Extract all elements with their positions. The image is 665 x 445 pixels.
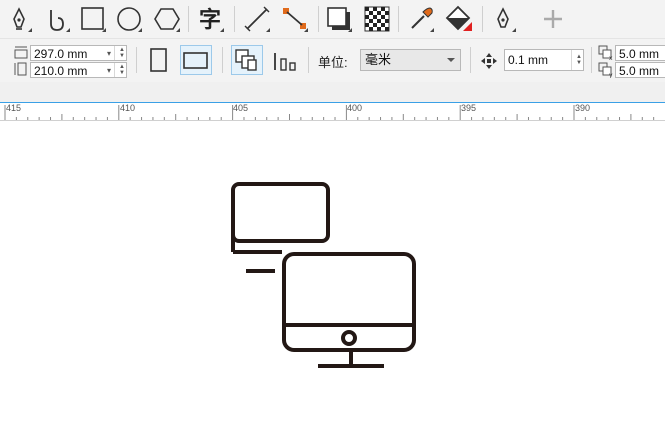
- unit-label: 单位:: [318, 55, 348, 70]
- flyout-indicator: [138, 28, 142, 32]
- separator: [308, 47, 309, 73]
- pen-tool[interactable]: [4, 4, 34, 34]
- svg-text:字: 字: [199, 7, 221, 32]
- flyout-indicator: [28, 28, 32, 32]
- drop-shadow-tool[interactable]: [324, 4, 354, 34]
- separator: [136, 47, 137, 73]
- duplicate-y-value: 5.0 mm: [619, 64, 660, 78]
- landscape-button[interactable]: [180, 45, 212, 75]
- flyout-indicator: [66, 28, 70, 32]
- ellipse-tool[interactable]: [114, 4, 144, 34]
- duplicate-y-field[interactable]: 5.0 mm: [615, 62, 665, 78]
- multi-monitor-icon[interactable]: [0, 121, 665, 445]
- ruler-label: 400: [347, 103, 363, 113]
- rectangle-tool[interactable]: [78, 4, 108, 34]
- page-width-field[interactable]: 297.0 mm ▾ ▲ ▼: [30, 45, 127, 61]
- svg-text:x: x: [609, 55, 613, 61]
- pen-outline-icon: [497, 7, 509, 28]
- flyout-indicator: [304, 28, 308, 32]
- text-tool[interactable]: 字: [196, 4, 226, 34]
- portrait-icon: [150, 48, 167, 72]
- flyout-indicator: [220, 28, 224, 32]
- flyout-indicator: [512, 28, 516, 32]
- pen-icon: [13, 7, 25, 30]
- transparency-tool[interactable]: [362, 4, 392, 34]
- nudge-icon: [481, 53, 497, 69]
- chevron-down-icon: [447, 58, 455, 62]
- add-icon: [544, 10, 562, 28]
- page-height-value: 210.0 mm: [34, 64, 88, 78]
- page-height-field[interactable]: 210.0 mm ▾ ▲ ▼: [30, 62, 127, 78]
- property-bar: 297.0 mm ▾ ▲ ▼ 210.0 mm ▾ ▲ ▼ 单位: 毫米 0.1 m…: [0, 38, 665, 83]
- flyout-indicator: [348, 28, 352, 32]
- interactive-fill-tool[interactable]: [444, 4, 474, 34]
- flyout-indicator: [266, 28, 270, 32]
- horizontal-ruler[interactable]: 415 410 405 400 395 390: [0, 103, 665, 121]
- drawing-canvas[interactable]: [0, 121, 665, 445]
- separator: [482, 6, 483, 32]
- eyedropper-tool[interactable]: [406, 4, 436, 34]
- ruler-label: 395: [461, 103, 477, 113]
- small-monitor-screen: [231, 182, 330, 243]
- separator: [222, 47, 223, 73]
- polygon-tool[interactable]: [152, 4, 182, 34]
- flyout-indicator: [430, 28, 434, 32]
- ruler-label: 415: [6, 103, 22, 113]
- page-width-value: 297.0 mm: [34, 47, 88, 61]
- duplicate-y-icon: y: [598, 62, 613, 78]
- current-page-icon: [274, 53, 296, 71]
- flyout-indicator: [176, 28, 180, 32]
- add-tool-button[interactable]: [538, 4, 568, 34]
- spin-arrows[interactable]: ▲ ▼: [114, 46, 126, 60]
- current-page-button[interactable]: [270, 45, 300, 75]
- spin-arrows[interactable]: ▲ ▼: [571, 50, 583, 70]
- power-button: [341, 330, 357, 346]
- duplicate-x-value: 5.0 mm: [619, 47, 660, 61]
- spin-arrows[interactable]: ▲ ▼: [114, 63, 126, 77]
- ruler-label: 390: [575, 103, 591, 113]
- transparency-icon: [364, 6, 390, 32]
- connector-tool[interactable]: [280, 4, 310, 34]
- landscape-icon: [183, 52, 208, 69]
- unit-select[interactable]: 毫米: [360, 49, 461, 71]
- all-pages-icon: [235, 49, 257, 71]
- all-pages-button[interactable]: [231, 45, 263, 75]
- separator: [234, 6, 235, 32]
- nudge-field[interactable]: 0.1 mm ▲ ▼: [504, 49, 584, 71]
- separator: [470, 47, 471, 73]
- ruler-label: 410: [120, 103, 136, 113]
- portrait-button[interactable]: [146, 46, 172, 74]
- svg-text:y: y: [609, 72, 613, 78]
- page-height-icon: [14, 62, 27, 76]
- duplicate-x-icon: x: [598, 45, 613, 61]
- dropdown-arrow-icon: ▾: [106, 66, 111, 75]
- flyout-indicator: [102, 28, 106, 32]
- freehand-tool[interactable]: [42, 4, 72, 34]
- duplicate-x-field[interactable]: 5.0 mm: [615, 45, 665, 61]
- unit-value: 毫米: [365, 52, 392, 67]
- ruler-ticks: [4, 105, 655, 120]
- large-monitor-screen: [282, 252, 416, 352]
- toolbox: 字: [0, 0, 665, 38]
- dimension-tool[interactable]: [242, 4, 272, 34]
- ruler-label: 405: [233, 103, 249, 113]
- nudge-value: 0.1 mm: [508, 53, 549, 67]
- separator: [591, 47, 592, 73]
- outline-pen-tool[interactable]: [488, 4, 518, 34]
- page-width-icon: [14, 46, 28, 59]
- separator: [398, 6, 399, 32]
- separator: [188, 6, 189, 32]
- document-tab-strip: [0, 82, 665, 103]
- fill-icon: [445, 5, 472, 31]
- separator: [318, 6, 319, 32]
- dropdown-arrow-icon: ▾: [106, 49, 111, 58]
